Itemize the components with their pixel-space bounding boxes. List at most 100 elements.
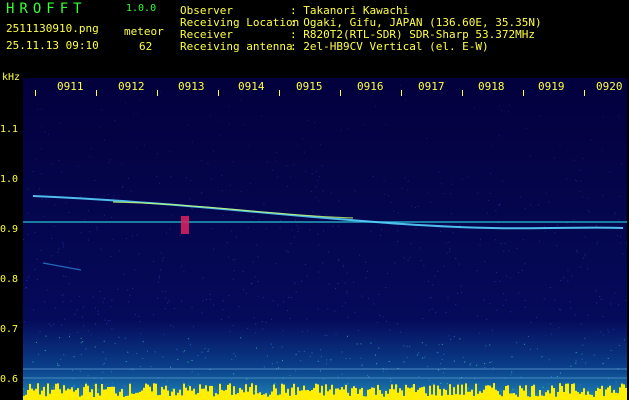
noise-speck: [548, 383, 550, 385]
noise-speck: [317, 360, 319, 362]
noise-speck: [293, 236, 295, 238]
baseline-bar: [393, 389, 395, 400]
noise-speck: [170, 366, 171, 368]
noise-speck: [386, 320, 388, 322]
noise-speck: [384, 193, 386, 195]
noise-speck: [201, 191, 203, 193]
baseline-bar: [325, 384, 327, 400]
noise-speck: [96, 226, 98, 228]
noise-speck: [257, 256, 259, 258]
noise-speck: [280, 220, 281, 222]
noise-speck: [106, 323, 108, 325]
noise-speck: [279, 226, 281, 228]
noise-speck: [430, 201, 432, 203]
noise-speck: [457, 293, 458, 294]
noise-speck: [287, 185, 289, 187]
noise-speck: [346, 272, 348, 274]
baseline-bar: [97, 393, 99, 400]
noise-speck: [529, 155, 531, 157]
noise-speck: [121, 186, 123, 188]
noise-speck: [342, 265, 344, 266]
noise-speck: [27, 212, 29, 214]
noise-speck: [507, 111, 509, 113]
meteor-label: meteor: [124, 25, 164, 38]
noise-speck: [422, 318, 424, 320]
noise-speck: [310, 190, 312, 192]
noise-speck: [479, 244, 481, 246]
noise-speck: [89, 156, 91, 158]
baseline-bar: [397, 392, 399, 400]
noise-speck: [517, 272, 519, 274]
noise-speck: [551, 376, 552, 378]
noise-speck: [559, 372, 561, 374]
noise-speck: [36, 258, 38, 260]
noise-speck: [581, 358, 583, 360]
noise-speck: [62, 301, 64, 303]
noise-speck: [69, 336, 70, 338]
noise-speck: [556, 376, 558, 378]
noise-speck: [351, 386, 353, 388]
x-label-0919: 0919: [538, 80, 565, 93]
baseline-bar: [337, 388, 339, 400]
noise-speck: [27, 234, 29, 235]
noise-speck: [103, 340, 105, 342]
noise-speck: [182, 351, 184, 353]
noise-speck: [595, 290, 597, 292]
noise-speck: [623, 339, 625, 341]
baseline-bar: [321, 385, 323, 400]
noise-speck: [95, 323, 96, 325]
noise-speck: [599, 296, 601, 297]
noise-speck: [524, 306, 526, 308]
noise-speck: [207, 390, 209, 392]
baseline-bar: [473, 396, 475, 400]
noise-speck: [153, 260, 154, 262]
x-label-0918: 0918: [478, 80, 505, 93]
baseline-bar: [389, 389, 391, 400]
noise-speck: [26, 279, 28, 281]
noise-speck: [428, 380, 430, 382]
noise-speck: [172, 388, 174, 390]
baseline-bar: [611, 392, 613, 400]
baseline-bar: [463, 394, 465, 400]
noise-speck: [111, 216, 112, 218]
noise-speck: [325, 363, 327, 365]
baseline-bar: [409, 388, 411, 400]
noise-speck: [221, 318, 222, 320]
noise-speck: [39, 188, 40, 190]
baseline-bar: [331, 384, 333, 400]
noise-speck: [344, 302, 346, 304]
baseline-bar: [571, 384, 573, 400]
noise-speck: [527, 335, 529, 337]
noise-speck: [207, 162, 209, 164]
noise-speck: [62, 275, 64, 277]
noise-speck: [139, 321, 141, 322]
noise-speck: [524, 263, 526, 265]
noise-speck: [478, 332, 480, 334]
noise-speck: [138, 315, 140, 317]
noise-speck: [484, 363, 486, 365]
noise-speck: [187, 338, 189, 340]
noise-speck: [190, 180, 192, 181]
meteor-echo: [181, 216, 189, 234]
noise-speck: [97, 313, 99, 315]
noise-speck: [432, 383, 434, 385]
noise-speck: [441, 358, 443, 360]
noise-speck: [167, 302, 169, 304]
noise-speck: [77, 331, 79, 333]
baseline-bar: [155, 383, 157, 400]
noise-speck: [76, 309, 78, 311]
noise-speck: [334, 310, 336, 312]
noise-speck: [331, 192, 332, 194]
noise-speck: [142, 357, 144, 359]
noise-speck: [503, 293, 505, 295]
noise-speck: [231, 359, 233, 361]
baseline-bar: [509, 393, 511, 400]
noise-speck: [467, 176, 469, 178]
baseline-bar: [429, 385, 431, 400]
noise-speck: [240, 99, 242, 100]
baseline-bar: [577, 392, 579, 400]
baseline-bar: [433, 384, 435, 400]
noise-speck: [602, 194, 604, 196]
noise-speck: [89, 231, 91, 233]
noise-speck: [286, 310, 288, 312]
